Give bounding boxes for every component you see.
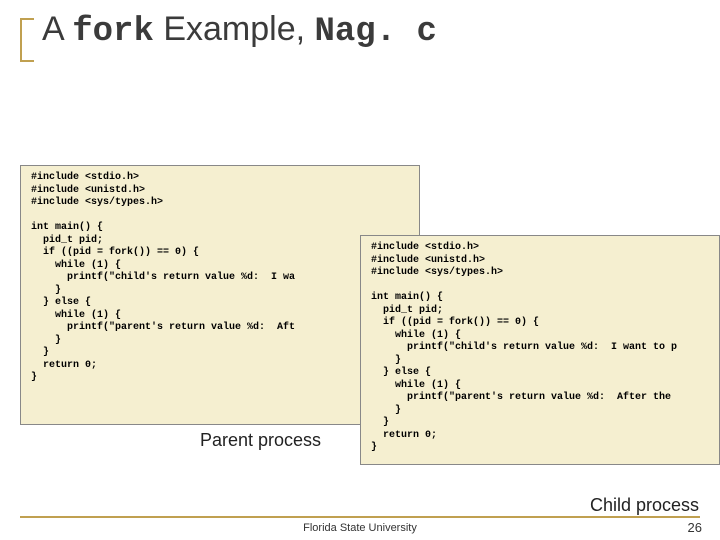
label-parent-process: Parent process (200, 430, 321, 451)
label-child-process: Child process (590, 495, 699, 516)
right-includes: #include <stdio.h> #include <unistd.h> #… (371, 242, 503, 278)
slide-title: A fork Example, Nag. c (42, 10, 437, 51)
title-mono-1: fork (72, 13, 154, 51)
left-includes: #include <stdio.h> #include <unistd.h> #… (31, 172, 163, 208)
left-main: int main() { pid_t pid; if ((pid = fork(… (31, 222, 295, 383)
title-accent (20, 18, 34, 62)
code-box-child: #include <stdio.h> #include <unistd.h> #… (360, 235, 720, 465)
footer-text: Florida State University (0, 522, 720, 534)
title-mono-2: Nag. c (315, 13, 437, 51)
footer-rule (20, 516, 700, 518)
title-text-1: A (42, 10, 72, 48)
slide: A fork Example, Nag. c #include <stdio.h… (0, 0, 720, 540)
title-text-2: Example, (154, 10, 315, 48)
right-main: int main() { pid_t pid; if ((pid = fork(… (371, 292, 677, 453)
page-number: 26 (688, 520, 702, 535)
